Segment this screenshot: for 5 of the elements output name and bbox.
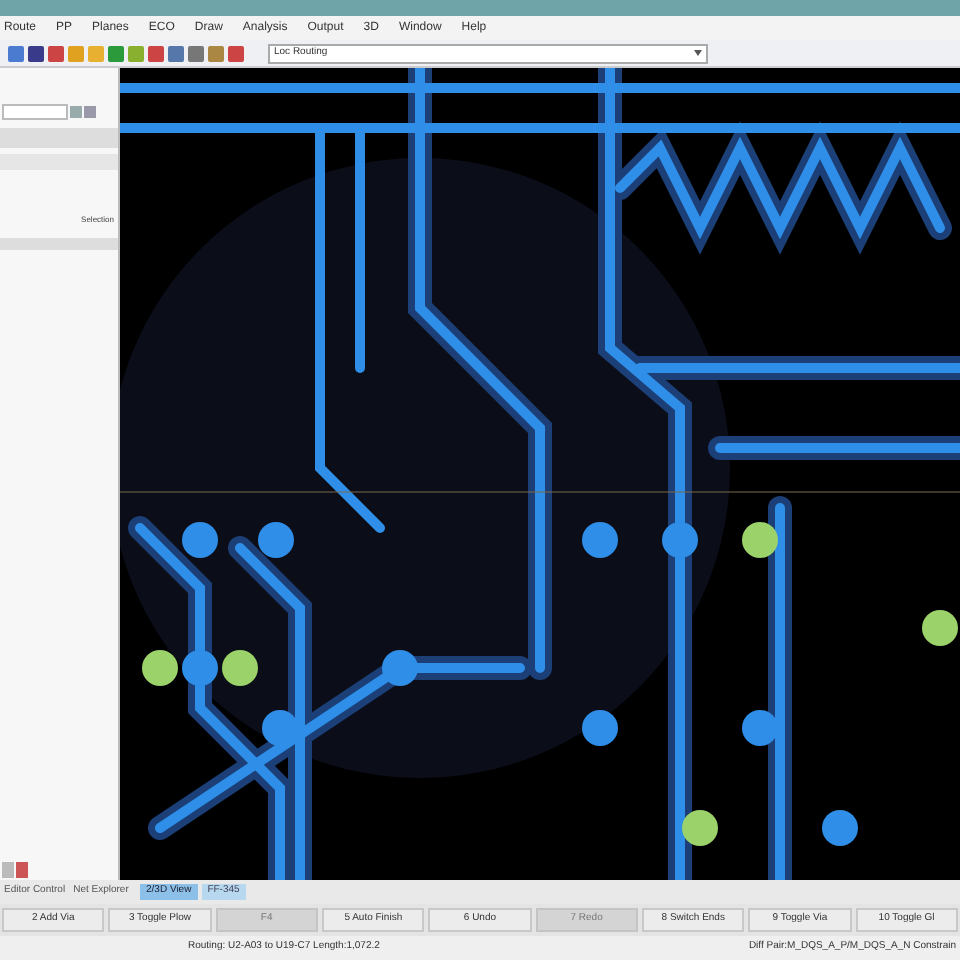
caret-icon bbox=[694, 50, 702, 56]
panel-header bbox=[0, 128, 118, 148]
search-field[interactable] bbox=[2, 104, 68, 120]
panel-row bbox=[0, 238, 118, 250]
panel-header bbox=[0, 154, 118, 170]
